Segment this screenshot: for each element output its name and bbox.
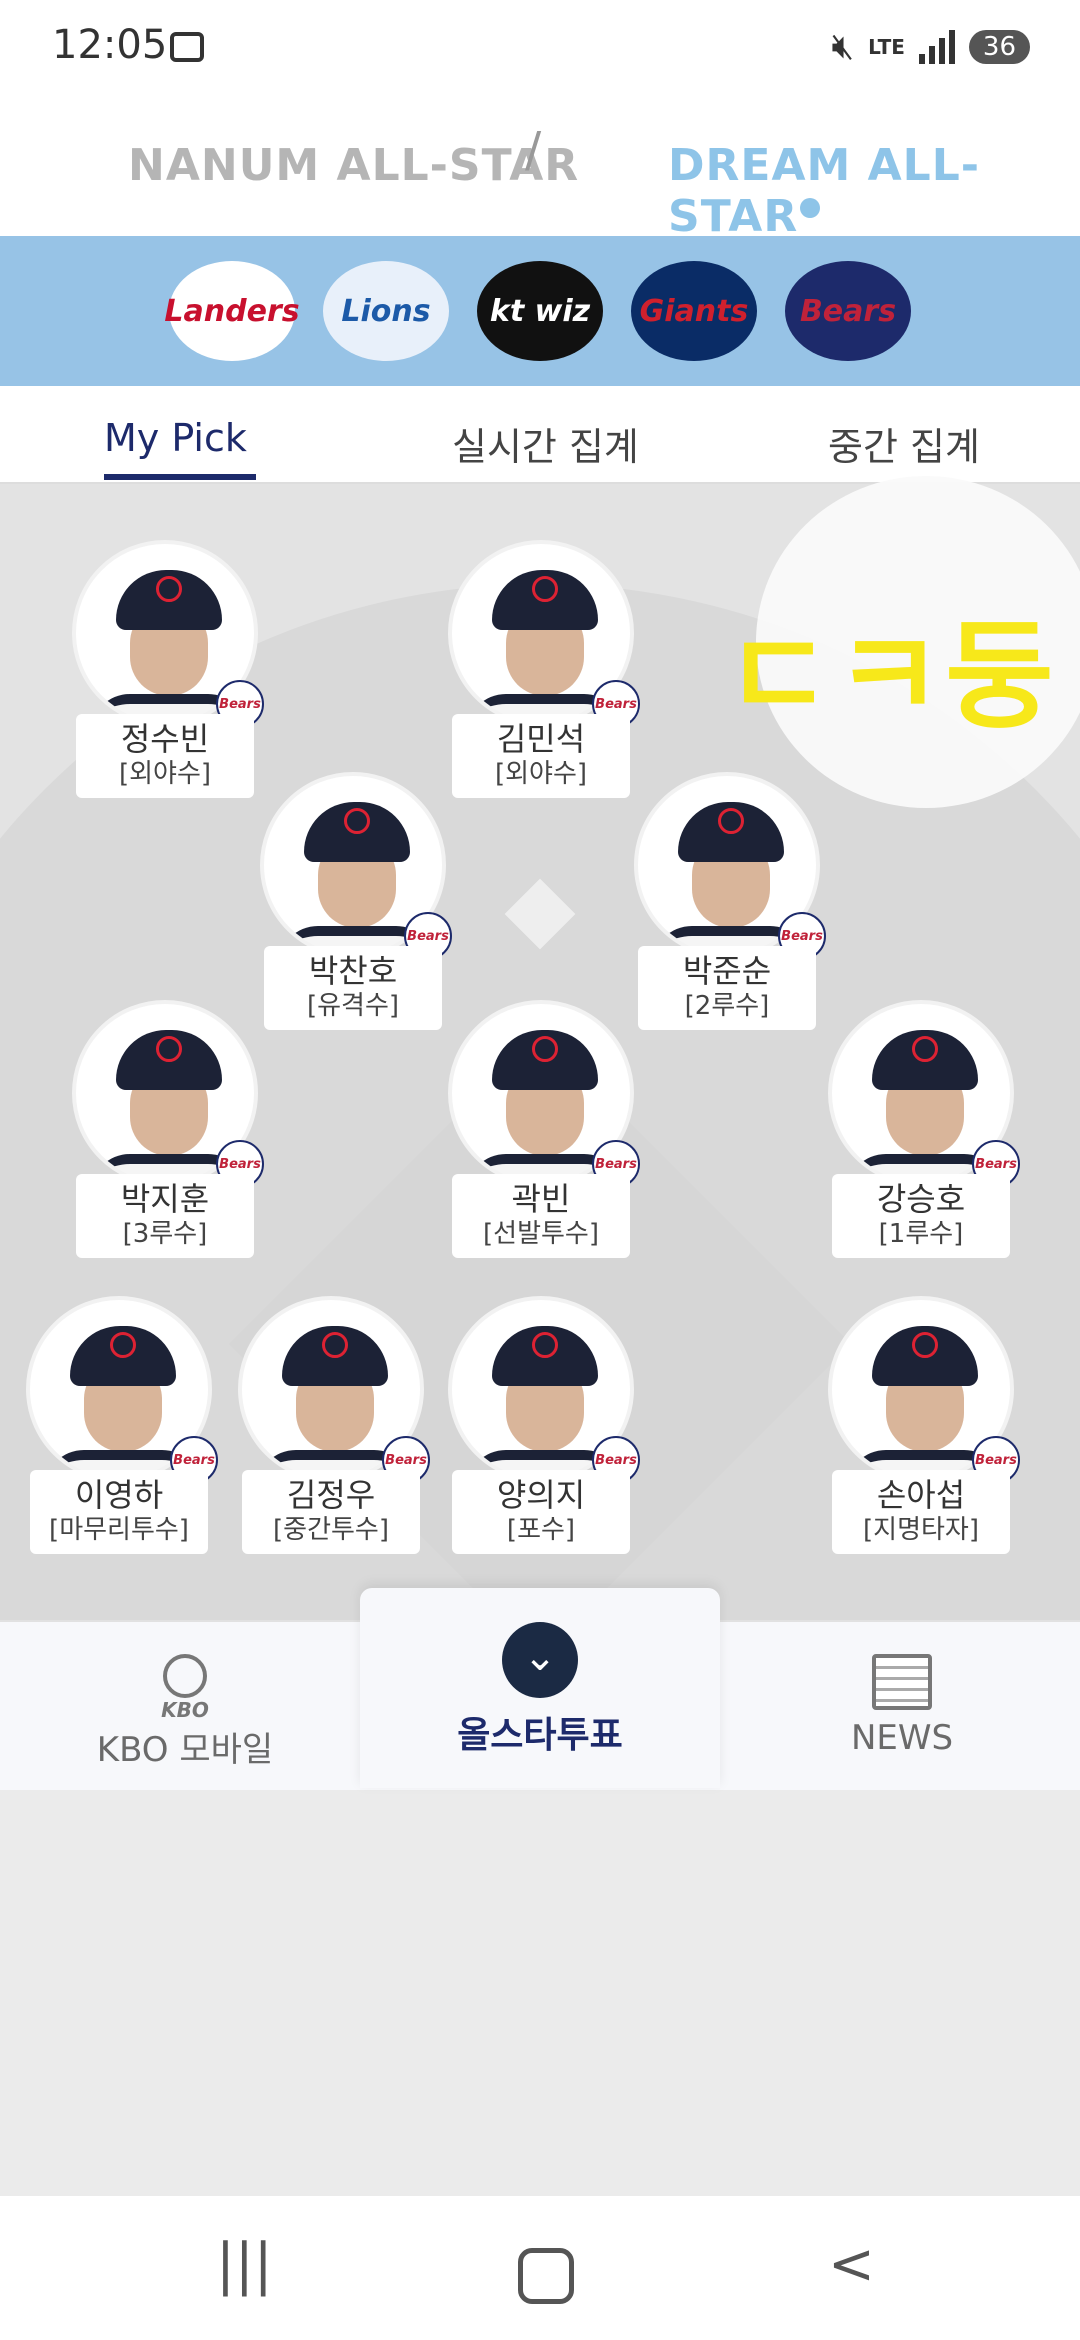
team-logo-ktwiz[interactable]: kt wiz [477, 261, 603, 361]
status-time: 12:05 [52, 22, 168, 68]
player-name: 박지훈 [120, 1180, 210, 1218]
player-name: 강승호 [876, 1180, 966, 1218]
mute-icon: 🔇︎ [831, 26, 855, 67]
tab-realtime[interactable]: 실시간 집계 [452, 416, 639, 471]
nav-news[interactable]: NEWS [842, 1654, 962, 1758]
player-position: [중간투수] [273, 1515, 389, 1545]
player-position: [선발투수] [483, 1219, 599, 1249]
player-label: 손아섭 [지명타자] [832, 1470, 1010, 1554]
team-logo-landers[interactable]: Landers [164, 261, 300, 361]
screenshot-icon [170, 32, 204, 62]
status-bar: 12:05 🔇︎ LTE 36 [0, 0, 1080, 100]
player-label: 박지훈 [3루수] [76, 1174, 254, 1258]
player-label: 이영하 [마무리투수] [30, 1470, 208, 1554]
back-icon[interactable]: < [828, 2232, 875, 2297]
player-card[interactable]: Bears 곽빈 [선발투수] [446, 1000, 640, 1258]
player-card[interactable]: Bears 이영하 [마무리투수] [24, 1296, 218, 1554]
player-name: 정수빈 [120, 720, 210, 758]
player-name: 김민석 [496, 720, 586, 758]
kbo-logo-icon [163, 1654, 207, 1698]
player-position: [외야수] [494, 759, 588, 789]
player-name: 손아섭 [876, 1476, 966, 1514]
selected-indicator [800, 198, 820, 218]
player-card[interactable]: Bears 박지훈 [3루수] [70, 1000, 264, 1258]
player-position: [마무리투수] [49, 1515, 189, 1545]
home-icon[interactable] [518, 2248, 574, 2304]
team-logo-strip: Landers Lions kt wiz Giants Bears [0, 236, 1080, 386]
player-position: [1루수] [878, 1219, 964, 1249]
tab-bar: My Pick 실시간 집계 중간 집계 [0, 386, 1080, 484]
team-logo-bears[interactable]: Bears [785, 261, 911, 361]
player-card[interactable]: Bears 양의지 [포수] [446, 1296, 640, 1554]
team-name: Landers [164, 293, 300, 329]
team-logo-giants[interactable]: Giants [631, 261, 757, 361]
player-name: 김정우 [286, 1476, 376, 1514]
team-name: Lions [341, 293, 431, 329]
player-name: 박준순 [682, 952, 772, 990]
team-name: kt wiz [489, 293, 591, 329]
team-name: Bears [799, 293, 897, 329]
nav-kbo-mobile[interactable]: KBO KBO 모바일 [90, 1654, 280, 1771]
player-label: 박찬호 [유격수] [264, 946, 442, 1030]
nanum-allstar-logo[interactable]: NANUM ALL-STAR [128, 140, 579, 191]
nav-allstar-vote[interactable]: ⌄ 올스타투표 [360, 1588, 720, 1788]
player-position: [지명타자] [863, 1515, 979, 1545]
player-label: 정수빈 [외야수] [76, 714, 254, 798]
player-name: 박찬호 [308, 952, 398, 990]
kbo-logo-text: KBO [161, 1698, 209, 1722]
nav-news-label: NEWS [850, 1718, 954, 1758]
player-position: [유격수] [306, 991, 400, 1021]
team-logo-lions[interactable]: Lions [323, 261, 449, 361]
player-label: 양의지 [포수] [452, 1470, 630, 1554]
player-card[interactable]: Bears 박찬호 [유격수] [258, 772, 452, 1030]
player-label: 곽빈 [선발투수] [452, 1174, 630, 1258]
chevron-down-icon[interactable]: ⌄ [502, 1622, 578, 1698]
tab-underline [104, 474, 256, 480]
battery-level: 36 [968, 30, 1030, 64]
network-type: LTE [868, 35, 905, 59]
system-nav-bar: ||| < [0, 2196, 1080, 2340]
dream-allstar-logo[interactable]: DREAM ALL-STAR [668, 140, 1080, 242]
player-label: 김정우 [중간투수] [242, 1470, 420, 1554]
nav-vote-label: 올스타투표 [457, 1715, 623, 1756]
player-card[interactable]: Bears 김민석 [외야수] [446, 540, 640, 798]
player-card[interactable]: Bears 김정우 [중간투수] [236, 1296, 430, 1554]
signal-icon [918, 30, 955, 64]
team-name: Giants [639, 293, 749, 329]
player-position: [포수] [506, 1515, 576, 1545]
player-name: 양의지 [496, 1476, 586, 1514]
player-label: 강승호 [1루수] [832, 1174, 1010, 1258]
player-position: [3루수] [122, 1219, 208, 1249]
player-label: 김민석 [외야수] [452, 714, 630, 798]
player-name: 이영하 [74, 1476, 164, 1514]
tab-my-pick[interactable]: My Pick [104, 416, 247, 460]
player-card[interactable]: Bears 손아섭 [지명타자] [826, 1296, 1020, 1554]
status-icons: 🔇︎ LTE 36 [831, 26, 1030, 68]
overlay-text: ㄷㅋ둥 [724, 607, 1056, 745]
allstar-header: NANUM ALL-STAR / DREAM ALL-STAR [0, 100, 1080, 242]
player-label: 박준순 [2루수] [638, 946, 816, 1030]
recent-apps-icon[interactable]: ||| [216, 2232, 273, 2297]
tab-midterm[interactable]: 중간 집계 [828, 416, 980, 471]
player-card[interactable]: Bears 박준순 [2루수] [632, 772, 826, 1030]
player-position: [2루수] [684, 991, 770, 1021]
player-card[interactable]: Bears 강승호 [1루수] [826, 1000, 1020, 1258]
player-name: 곽빈 [511, 1180, 571, 1218]
player-card[interactable]: Bears 정수빈 [외야수] [70, 540, 264, 798]
player-position: [외야수] [118, 759, 212, 789]
nav-kbo-label: KBO 모바일 [96, 1730, 274, 1770]
header-separator: / [525, 122, 542, 178]
newspaper-icon [872, 1654, 932, 1710]
